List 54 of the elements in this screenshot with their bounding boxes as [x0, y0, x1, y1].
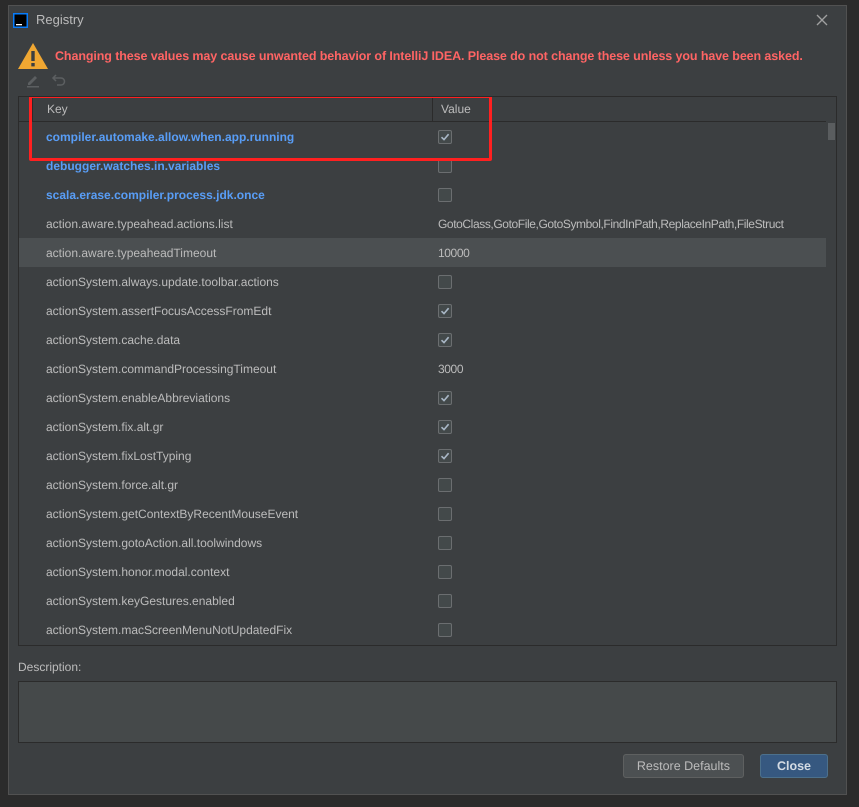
checkbox[interactable]: [438, 564, 452, 578]
registry-key: compiler.automake.allow.when.app.running: [19, 128, 433, 146]
checkbox[interactable]: [438, 536, 452, 550]
check-icon: [440, 306, 450, 316]
close-button[interactable]: Close: [760, 754, 828, 778]
table-row[interactable]: action.aware.typeaheadTimeout 10000: [19, 238, 826, 267]
checkbox[interactable]: [438, 274, 452, 288]
registry-key: action.aware.typeahead.actions.list: [19, 214, 433, 232]
registry-key: actionSystem.getContextByRecentMouseEvent: [19, 504, 433, 522]
checkbox[interactable]: [438, 332, 452, 346]
checkbox[interactable]: [438, 478, 452, 492]
close-icon[interactable]: [816, 14, 828, 26]
registry-key: actionSystem.fixLostTyping: [19, 446, 433, 464]
checkbox[interactable]: [438, 188, 452, 202]
registry-key: action.aware.typeaheadTimeout: [19, 244, 433, 262]
scrollbar-thumb[interactable]: [828, 123, 834, 140]
checkbox[interactable]: [438, 448, 452, 462]
registry-value: 10000: [438, 244, 470, 262]
warning-text: Changing these values may cause unwanted behavior of IntelliJ IDEA. Please do not change these unless you have been asked.: [55, 48, 803, 65]
column-header[interactable]: Value: [433, 97, 826, 121]
registry-key: scala.erase.compiler.process.jdk.once: [19, 186, 433, 204]
registry-key: actionSystem.honor.modal.context: [19, 562, 433, 580]
checkbox[interactable]: [438, 622, 452, 636]
registry-key: actionSystem.keyGestures.enabled: [19, 592, 433, 610]
checkbox[interactable]: [438, 506, 452, 520]
restore-defaults-button[interactable]: Restore Defaults: [622, 754, 744, 778]
checkbox[interactable]: [438, 304, 452, 318]
registry-key: actionSystem.cache.data: [19, 330, 433, 348]
warning-icon: [17, 42, 49, 70]
registry-key: actionSystem.macScreenMenuNotUpdatedFix: [19, 620, 433, 638]
check-icon: [440, 392, 450, 402]
check-icon: [440, 132, 450, 142]
check-icon: [440, 334, 450, 344]
registry-key: actionSystem.commandProcessingTimeout: [19, 360, 433, 378]
check-icon: [440, 450, 450, 460]
registry-key: debugger.watches.in.variables: [19, 156, 433, 174]
check-icon: [440, 422, 450, 432]
checkbox[interactable]: [438, 594, 452, 608]
registry-key: actionSystem.always.update.toolbar.actions: [19, 272, 433, 290]
registry-value: GotoClass,GotoFile,GotoSymbol,FindInPath,ReplaceInPath,FileStruct: [438, 216, 784, 232]
registry-key: actionSystem.fix.alt.gr: [19, 418, 433, 436]
registry-key: actionSystem.force.alt.gr: [19, 476, 433, 494]
checkbox[interactable]: [438, 390, 452, 404]
description-field[interactable]: [18, 681, 837, 743]
app-logo-icon: [13, 12, 28, 28]
checkbox[interactable]: [438, 420, 452, 434]
registry-key: actionSystem.gotoAction.all.toolwindows: [19, 534, 433, 552]
column-header[interactable]: Key: [33, 97, 433, 121]
window-title: Registry: [36, 11, 84, 30]
checkbox[interactable]: [438, 130, 452, 144]
registry-value: 3000: [438, 360, 464, 378]
registry-key: actionSystem.assertFocusAccessFromEdt: [19, 302, 433, 320]
description-label: Description:: [18, 659, 82, 676]
registry-key: actionSystem.enableAbbreviations: [19, 388, 433, 406]
